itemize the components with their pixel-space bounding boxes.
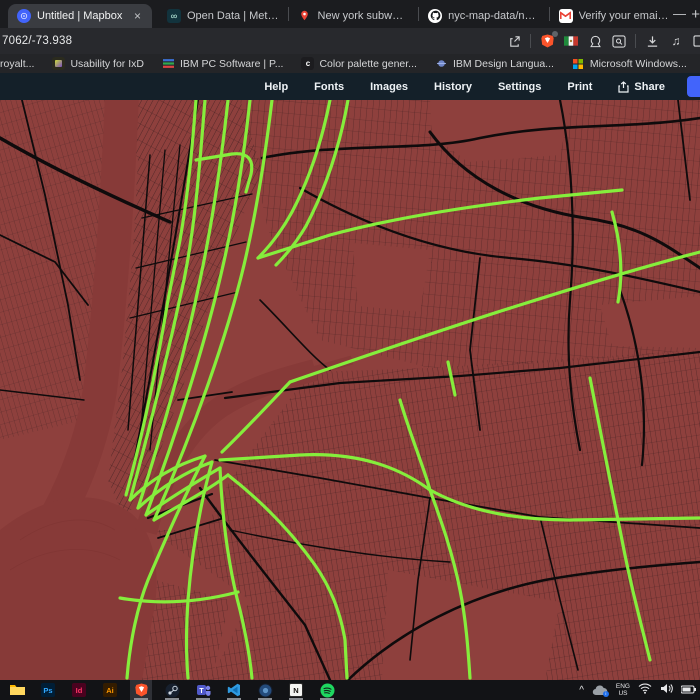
tab-gmail[interactable]: Verify your email address (550, 4, 680, 28)
map-render (0, 100, 700, 680)
wifi-icon[interactable] (638, 681, 652, 699)
bookmark-usability-ixd[interactable]: Usability for IxD (52, 57, 144, 70)
spotify-icon[interactable] (316, 680, 338, 700)
tab-title: Verify your email address (578, 9, 671, 22)
bookmark-favicon-icon (162, 57, 175, 70)
taskbar-apps: Ps Id Ai T N (6, 680, 338, 700)
media-icon[interactable]: ♫ (668, 33, 684, 49)
tab-title: Open Data | Metrolinx (186, 9, 279, 22)
search-box-extension-icon[interactable] (611, 33, 627, 49)
bookmark-label: Color palette gener... (319, 57, 417, 70)
brave-shield-icon[interactable] (539, 31, 558, 49)
tab-subway-search[interactable]: New york subway lines ge (289, 4, 419, 28)
language-indicator[interactable]: ENG US (616, 683, 630, 697)
onedrive-icon[interactable]: i (592, 684, 609, 697)
desktop: Untitled | Mapbox × ∞ Open Data | Metrol… (0, 0, 700, 700)
teams-icon[interactable]: T (192, 680, 214, 700)
onedrive-badge: i (602, 690, 609, 697)
vscode-icon[interactable] (223, 680, 245, 700)
mapbox-favicon-icon (17, 8, 31, 23)
bookmark-label: royalt... (0, 57, 35, 70)
mapbox-toolbar: Help Fonts Images History Settings Print… (0, 73, 700, 100)
indesign-icon[interactable]: Id (68, 680, 90, 700)
svg-text:T: T (199, 688, 204, 695)
url-text[interactable]: 7062/-73.938 (0, 35, 72, 47)
downloads-icon[interactable] (644, 33, 660, 49)
tab-title: nyc-map-data/nyc_subway (448, 9, 540, 22)
bookmark-favicon-icon (572, 57, 585, 70)
bookmark-label: IBM PC Software | P... (179, 57, 284, 70)
bookmark-ibm-design[interactable]: IBM Design Langua... (435, 57, 554, 70)
gmail-favicon-icon (558, 8, 573, 23)
dark-browser-icon[interactable] (254, 680, 276, 700)
volume-icon[interactable] (660, 681, 673, 699)
map-canvas[interactable] (0, 100, 700, 680)
tab-github[interactable]: nyc-map-data/nyc_subway (419, 4, 549, 28)
photoshop-icon[interactable]: Ps (37, 680, 59, 700)
brave-icon[interactable] (130, 680, 152, 700)
shield-badge (552, 31, 558, 37)
bookmark-label: IBM Design Langua... (452, 57, 554, 70)
tab-close-icon[interactable]: × (132, 9, 143, 23)
bookmark-favicon-icon (52, 57, 66, 70)
metrolinx-favicon-icon: ∞ (166, 8, 181, 23)
share-button[interactable]: Share (618, 81, 665, 93)
bookmark-color-palette[interactable]: c Color palette gener... (301, 57, 417, 70)
steam-icon[interactable] (161, 680, 183, 700)
toolbar-item-history[interactable]: History (434, 81, 472, 93)
toolbar-item-images[interactable]: Images (370, 81, 408, 93)
toolbar-item-help[interactable]: Help (264, 81, 288, 93)
window-minimize-button[interactable]: — (673, 6, 686, 21)
file-explorer-icon[interactable] (6, 680, 28, 700)
toolbar-item-print[interactable]: Print (567, 81, 592, 93)
battery-icon[interactable] (680, 681, 696, 699)
toolbar-item-fonts[interactable]: Fonts (314, 81, 344, 93)
silhouette-extension-icon[interactable] (587, 33, 603, 49)
google-maps-favicon-icon (298, 9, 312, 23)
publish-button-sliver[interactable] (687, 76, 700, 97)
bookmark-label: Microsoft Windows... (589, 57, 687, 70)
tray-chevron-icon[interactable]: ^ (579, 685, 584, 696)
tab-title: New york subway lines ge (317, 9, 410, 22)
address-bar[interactable]: 7062/-73.938 ♫ (0, 28, 700, 54)
share-box-icon (618, 80, 630, 93)
notion-icon[interactable]: N (285, 680, 307, 700)
tab-mapbox[interactable]: Untitled | Mapbox × (8, 3, 152, 28)
illustrator-icon[interactable]: Ai (99, 680, 121, 700)
tab-title: Untitled | Mapbox (37, 9, 123, 22)
windows-taskbar: Ps Id Ai T N ^ i ENG US (0, 680, 700, 700)
bookmark-royalty[interactable]: royalt... (0, 58, 34, 70)
share-label: Share (634, 80, 665, 93)
tab-metrolinx[interactable]: ∞ Open Data | Metrolinx (158, 4, 288, 28)
new-tab-button[interactable]: + (691, 6, 700, 23)
divider (530, 34, 531, 48)
share-icon[interactable] (506, 33, 522, 49)
bookmarks-bar: royalt... Usability for IxD IBM PC Softw… (0, 54, 700, 73)
bookmark-favicon-icon (435, 57, 448, 70)
bookmark-microsoft-windows[interactable]: Microsoft Windows... (572, 57, 687, 70)
address-bar-icons: ♫ (506, 28, 700, 54)
divider (635, 34, 636, 48)
bookmark-ibm-pc[interactable]: IBM PC Software | P... (162, 57, 284, 70)
system-tray: ^ i ENG US (579, 680, 698, 700)
flag-extension-icon[interactable] (563, 33, 579, 49)
toolbar-item-settings[interactable]: Settings (498, 81, 541, 93)
bookmark-label: Usability for IxD (70, 57, 144, 70)
browser-tab-strip: Untitled | Mapbox × ∞ Open Data | Metrol… (0, 0, 700, 28)
bookmark-favicon-icon: c (301, 57, 315, 70)
github-favicon-icon (428, 8, 443, 23)
sidebar-icon[interactable] (692, 33, 700, 49)
